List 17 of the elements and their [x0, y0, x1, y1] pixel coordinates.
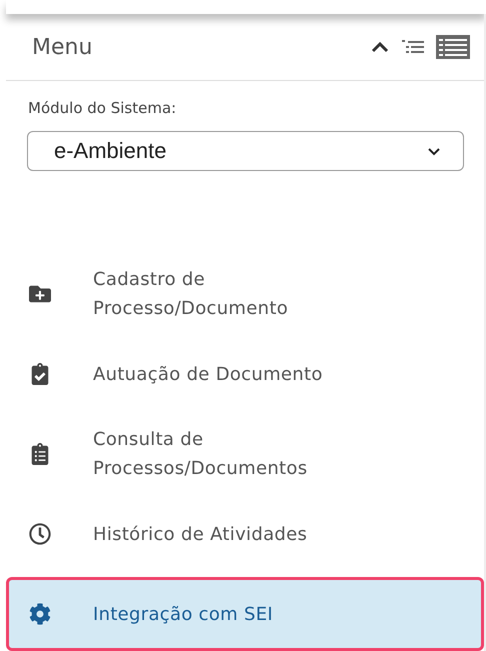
list-view-button[interactable]	[402, 40, 424, 54]
clock-icon	[29, 523, 51, 545]
detail-view-button[interactable]	[436, 35, 470, 60]
menu-item[interactable]: Histórico de Atividades	[6, 497, 484, 571]
module-select[interactable]: e-Ambiente	[27, 131, 464, 171]
module-label: Módulo do Sistema:	[28, 99, 178, 118]
menu-title: Menu	[32, 34, 92, 60]
settings-icon	[29, 603, 51, 625]
folder-plus-icon	[29, 283, 51, 305]
menu-item[interactable]: Consulta de Processos/Documentos	[6, 417, 484, 491]
clipboard-check-icon	[29, 363, 51, 385]
clipboard-list-icon	[29, 443, 51, 465]
menu-item[interactable]: Integração com SEI	[6, 577, 484, 651]
collapse-button[interactable]	[370, 40, 390, 54]
menu-item[interactable]: Autuação de Documento	[6, 337, 484, 411]
menu-item[interactable]: Cadastro de Processo/Documento	[6, 257, 484, 331]
chevron-down-icon	[427, 146, 441, 156]
